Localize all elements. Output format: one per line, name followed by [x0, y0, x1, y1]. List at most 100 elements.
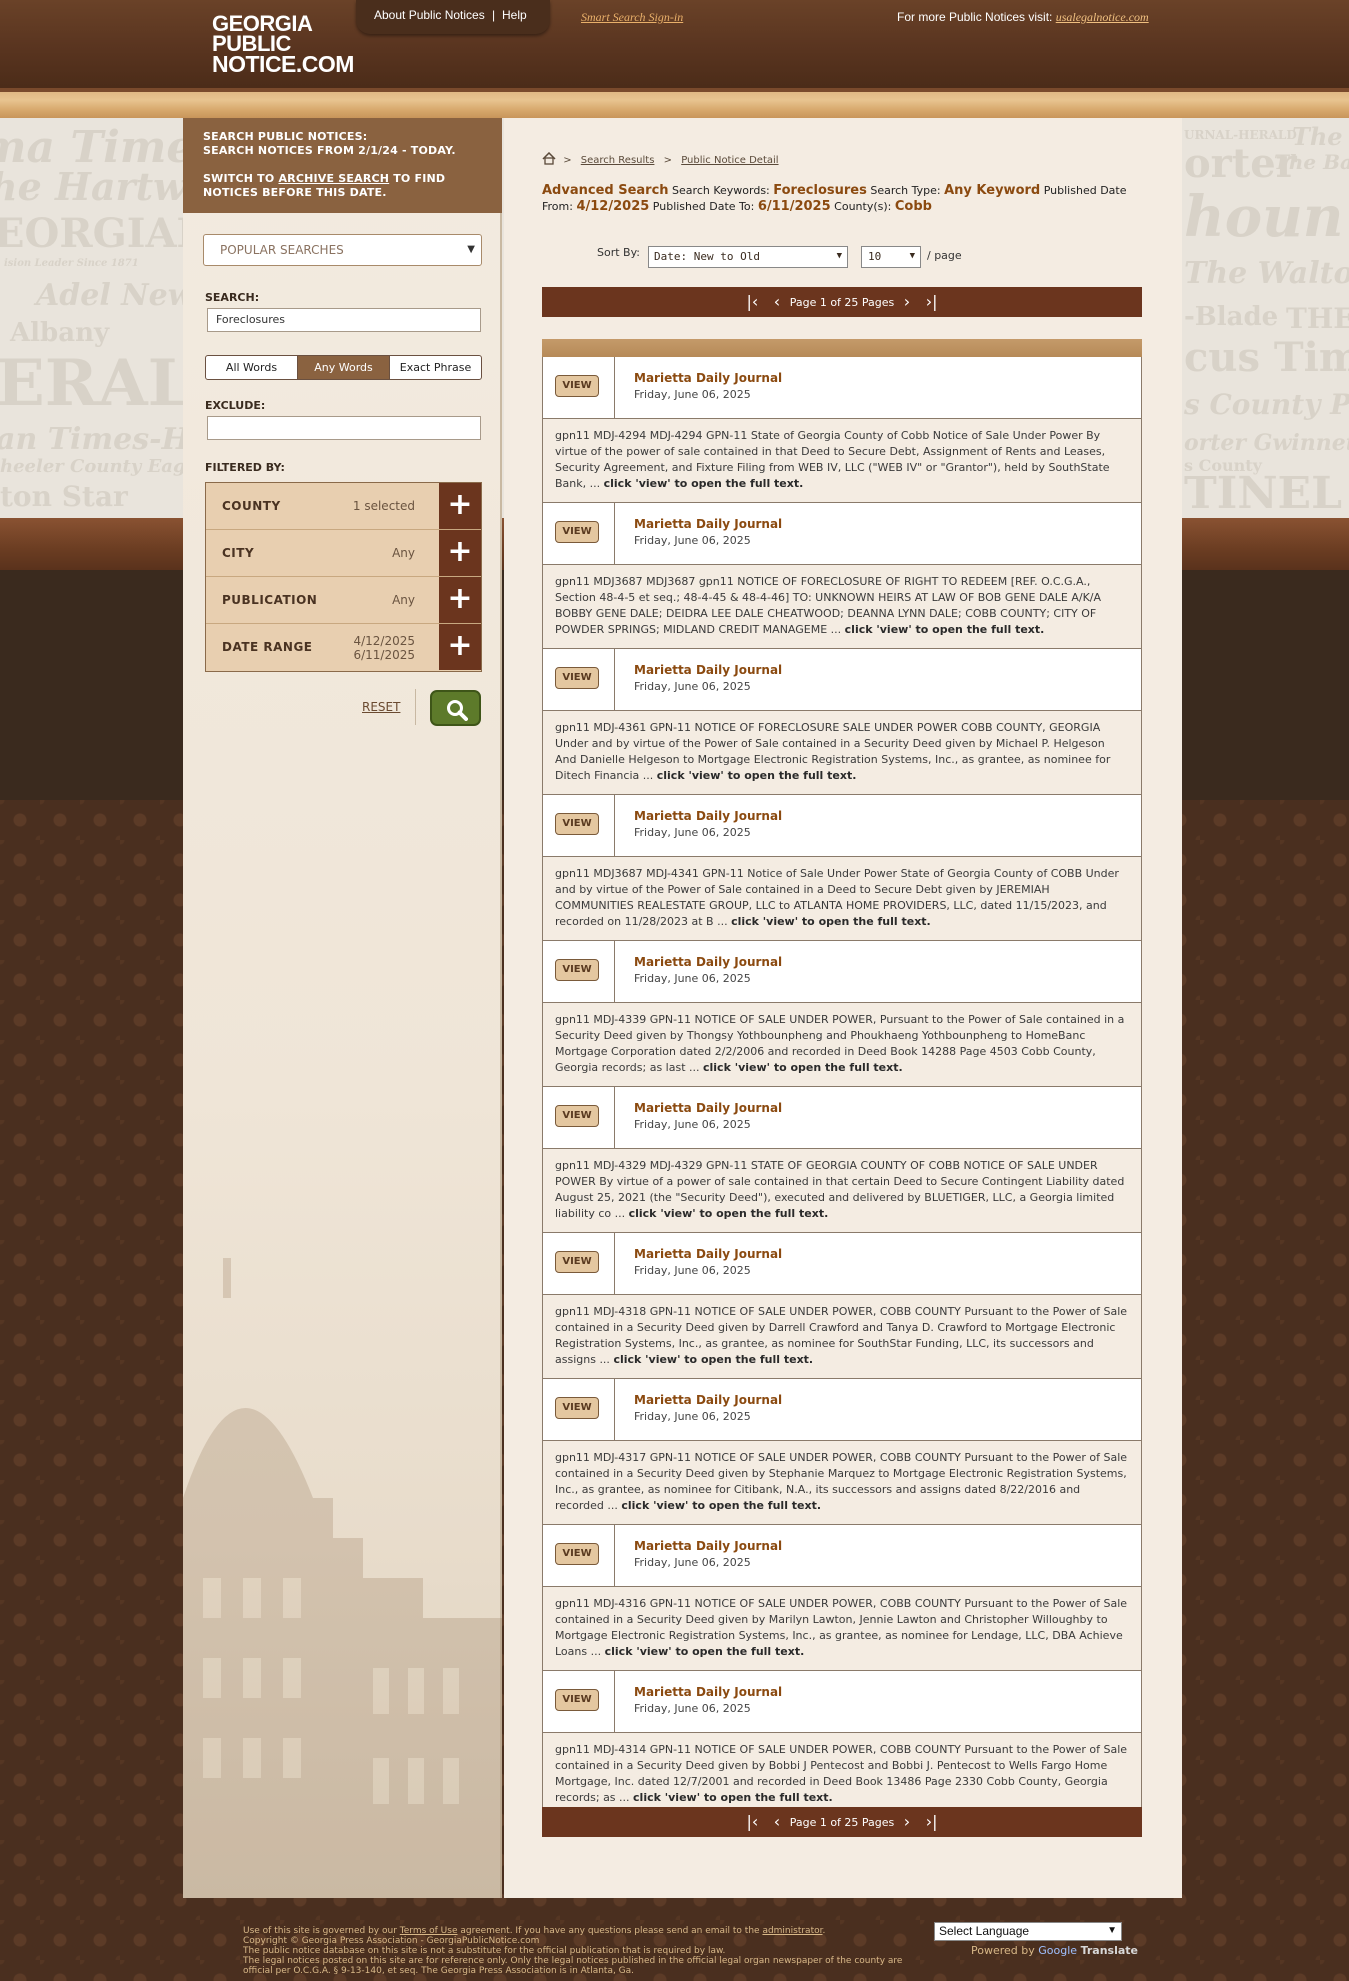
last-page-icon[interactable]: ›| — [926, 292, 938, 311]
top-nav-tab: About Public Notices | Help — [356, 0, 550, 34]
sort-select[interactable]: Date: New to Old ▼ — [648, 246, 848, 268]
advanced-search-label: Advanced Search — [542, 183, 669, 198]
masthead: he Hartwe — [0, 164, 211, 209]
administrator-link[interactable]: administrator — [762, 1926, 822, 1936]
filter-label: COUNTY — [222, 499, 281, 513]
home-icon[interactable] — [542, 152, 556, 165]
publication-name[interactable]: Marietta Daily Journal — [634, 1539, 782, 1553]
publication-date: Friday, June 06, 2025 — [634, 388, 751, 401]
prev-page-icon[interactable]: ‹ — [774, 1812, 780, 1831]
result-header: VIEW Marietta Daily Journal Friday, June 0… — [543, 795, 1141, 857]
terms-link[interactable]: Terms of Use — [400, 1926, 458, 1936]
per-page-label: / page — [927, 249, 962, 262]
sidebar-header-line: NOTICES BEFORE THIS DATE. — [203, 186, 387, 199]
view-button[interactable]: VIEW — [555, 1689, 599, 1711]
exact-phrase-option[interactable]: Exact Phrase — [390, 356, 481, 379]
view-button[interactable]: VIEW — [555, 1543, 599, 1565]
plus-icon[interactable]: + — [439, 577, 481, 623]
filter-date-range[interactable]: DATE RANGE 4/12/2025 6/11/2025 + — [206, 624, 481, 671]
all-words-option[interactable]: All Words — [206, 356, 298, 379]
smart-search-signin-link[interactable]: Smart Search Sign-in — [581, 10, 683, 25]
usalegalnotice-link[interactable]: usalegalnotice.com — [1056, 10, 1149, 24]
first-page-icon[interactable]: |‹ — [747, 1812, 759, 1831]
reset-link[interactable]: RESET — [362, 700, 400, 714]
text: . — [822, 1926, 826, 1936]
result-header: VIEW Marietta Daily Journal Friday, June 0… — [543, 503, 1141, 565]
match-mode-toggle: All Words Any Words Exact Phrase — [205, 355, 482, 380]
filter-publication[interactable]: PUBLICATION Any + — [206, 577, 481, 624]
divider — [415, 689, 416, 725]
publication-name[interactable]: Marietta Daily Journal — [634, 1393, 782, 1407]
publication-name[interactable]: Marietta Daily Journal — [634, 809, 782, 823]
open-full-text-hint: click 'view' to open the full text. — [613, 1353, 814, 1366]
view-button[interactable]: VIEW — [555, 959, 599, 981]
view-button[interactable]: VIEW — [555, 667, 599, 689]
next-page-icon[interactable]: › — [904, 1812, 910, 1831]
site-logo[interactable]: GEORGIA PUBLIC NOTICE.COM — [212, 13, 354, 76]
translate-link[interactable]: Translate — [1081, 1944, 1138, 1957]
view-button[interactable]: VIEW — [555, 521, 599, 543]
last-page-icon[interactable]: ›| — [926, 1812, 938, 1831]
filtered-by-label: FILTERED BY: — [205, 461, 285, 474]
sidebar-header-line: SEARCH NOTICES FROM 2/1/24 - TODAY. — [203, 144, 456, 157]
help-link[interactable]: Help — [502, 8, 527, 22]
result-snippet: gpn11 MDJ-4329 MDJ-4329 GPN-11 STATE OF … — [543, 1149, 1141, 1233]
language-select[interactable]: Select Language ▼ — [934, 1922, 1122, 1941]
archive-search-link[interactable]: ARCHIVE SEARCH — [278, 172, 389, 185]
publication-name[interactable]: Marietta Daily Journal — [634, 1101, 782, 1115]
result-header: VIEW Marietta Daily Journal Friday, June 0… — [543, 1525, 1141, 1587]
chevron-down-icon: ▼ — [1107, 1925, 1117, 1936]
about-link[interactable]: About Public Notices — [374, 8, 485, 22]
publication-date: Friday, June 06, 2025 — [634, 1556, 751, 1569]
filter-label: PUBLICATION — [222, 593, 318, 607]
any-words-option[interactable]: Any Words — [298, 356, 390, 379]
breadcrumb-search-results[interactable]: Search Results — [581, 155, 655, 166]
publication-name[interactable]: Marietta Daily Journal — [634, 1247, 782, 1261]
divider — [614, 1087, 615, 1148]
next-page-icon[interactable]: › — [904, 292, 910, 311]
search-button[interactable] — [430, 690, 481, 726]
publication-name[interactable]: Marietta Daily Journal — [634, 955, 782, 969]
publication-name[interactable]: Marietta Daily Journal — [634, 663, 782, 677]
sidebar-header-line: SWITCH TO ARCHIVE SEARCH TO FIND — [203, 172, 482, 186]
view-button[interactable]: VIEW — [555, 1251, 599, 1273]
date-to-value: 6/11/2025 — [757, 199, 831, 214]
result-snippet: gpn11 MDJ-4361 GPN-11 NOTICE OF FORECLOS… — [543, 711, 1141, 795]
text: agreement. If you have any questions ple… — [457, 1926, 763, 1936]
masthead: The Walton T — [1184, 256, 1349, 291]
plus-icon[interactable]: + — [439, 530, 481, 576]
exclude-label: EXCLUDE: — [205, 399, 266, 412]
masthead: -Blade — [1184, 302, 1279, 332]
filter-value: Any — [392, 546, 415, 560]
filter-label: CITY — [222, 546, 255, 560]
result-header: VIEW Marietta Daily Journal Friday, June 0… — [543, 649, 1141, 711]
per-page-select[interactable]: 10 ▼ — [861, 246, 921, 268]
plus-icon[interactable]: + — [439, 624, 481, 670]
divider — [614, 941, 615, 1002]
first-page-icon[interactable]: |‹ — [747, 292, 759, 311]
prev-page-icon[interactable]: ‹ — [774, 292, 780, 311]
breadcrumb: > Search Results > Public Notice Detail — [542, 152, 785, 166]
view-button[interactable]: VIEW — [555, 375, 599, 397]
publication-name[interactable]: Marietta Daily Journal — [634, 371, 782, 385]
divider — [614, 503, 615, 564]
open-full-text-hint: click 'view' to open the full text. — [656, 769, 857, 782]
breadcrumb-notice-detail[interactable]: Public Notice Detail — [681, 155, 778, 166]
publication-date: Friday, June 06, 2025 — [634, 1410, 751, 1423]
publication-name[interactable]: Marietta Daily Journal — [634, 1685, 782, 1699]
result-header: VIEW Marietta Daily Journal Friday, June 0… — [543, 1671, 1141, 1733]
popular-searches-select[interactable]: POPULAR SEARCHES ▼ — [203, 234, 482, 266]
search-input[interactable]: Foreclosures — [207, 308, 481, 332]
filter-county[interactable]: COUNTY 1 selected + — [206, 483, 481, 530]
plus-icon[interactable]: + — [439, 483, 481, 529]
view-button[interactable]: VIEW — [555, 1397, 599, 1419]
masthead: orter Gwinnett He — [1184, 430, 1349, 456]
view-button[interactable]: VIEW — [555, 813, 599, 835]
page-status: Page 1 of 25 Pages — [789, 1816, 895, 1829]
exclude-input[interactable] — [207, 416, 481, 440]
publication-name[interactable]: Marietta Daily Journal — [634, 517, 782, 531]
view-button[interactable]: VIEW — [555, 1105, 599, 1127]
pager-top: |‹ ‹ Page 1 of 25 Pages › ›| — [542, 287, 1142, 317]
popular-searches-value: POPULAR SEARCHES — [220, 243, 344, 257]
filter-city[interactable]: CITY Any + — [206, 530, 481, 577]
